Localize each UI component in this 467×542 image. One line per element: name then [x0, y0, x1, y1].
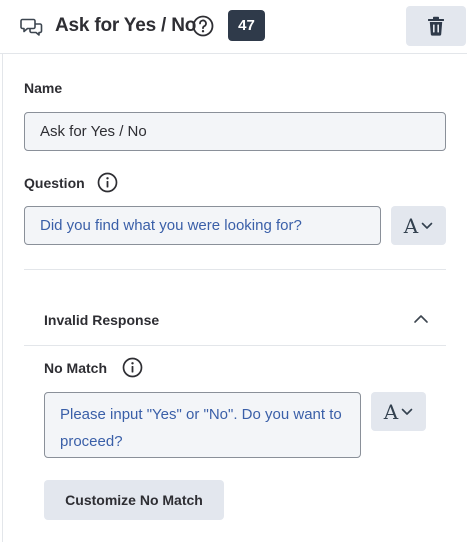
info-icon[interactable] — [122, 357, 143, 378]
no-match-field[interactable]: Please input "Yes" or "No". Do you want … — [44, 392, 361, 458]
node-settings-panel: Ask for Yes / No 47 Name Ask for Yes / N… — [0, 0, 467, 542]
delete-button[interactable] — [406, 6, 466, 46]
chevron-up-icon[interactable] — [413, 314, 429, 324]
customize-no-match-button[interactable]: Customize No Match — [44, 480, 224, 520]
panel-body: Name Ask for Yes / No Question Did you f… — [2, 54, 467, 542]
panel-header: Ask for Yes / No 47 — [0, 0, 467, 54]
no-match-line: proceed? — [60, 433, 123, 450]
format-glyph: A — [383, 399, 399, 424]
text-format-button[interactable]: A — [391, 206, 446, 245]
chevron-down-icon — [401, 408, 413, 415]
chat-bubbles-icon — [20, 18, 43, 36]
no-match-label: No Match — [44, 360, 107, 376]
count-badge: 47 — [228, 10, 265, 41]
invalid-response-title: Invalid Response — [44, 312, 160, 328]
name-label: Name — [24, 80, 63, 96]
format-glyph: A — [403, 213, 419, 238]
subsection-divider — [24, 345, 446, 346]
no-match-line: Please input "Yes" or "No". Do you want … — [60, 406, 342, 423]
name-field[interactable]: Ask for Yes / No — [24, 112, 446, 151]
section-divider — [24, 269, 446, 270]
question-circle-icon[interactable] — [192, 15, 214, 37]
chevron-down-icon — [421, 222, 433, 229]
info-icon[interactable] — [97, 172, 118, 193]
page-title: Ask for Yes / No — [55, 15, 197, 36]
question-label: Question — [24, 175, 85, 191]
text-format-button[interactable]: A — [371, 392, 426, 431]
question-field[interactable]: Did you find what you were looking for? — [24, 206, 381, 245]
trash-icon — [428, 16, 444, 36]
